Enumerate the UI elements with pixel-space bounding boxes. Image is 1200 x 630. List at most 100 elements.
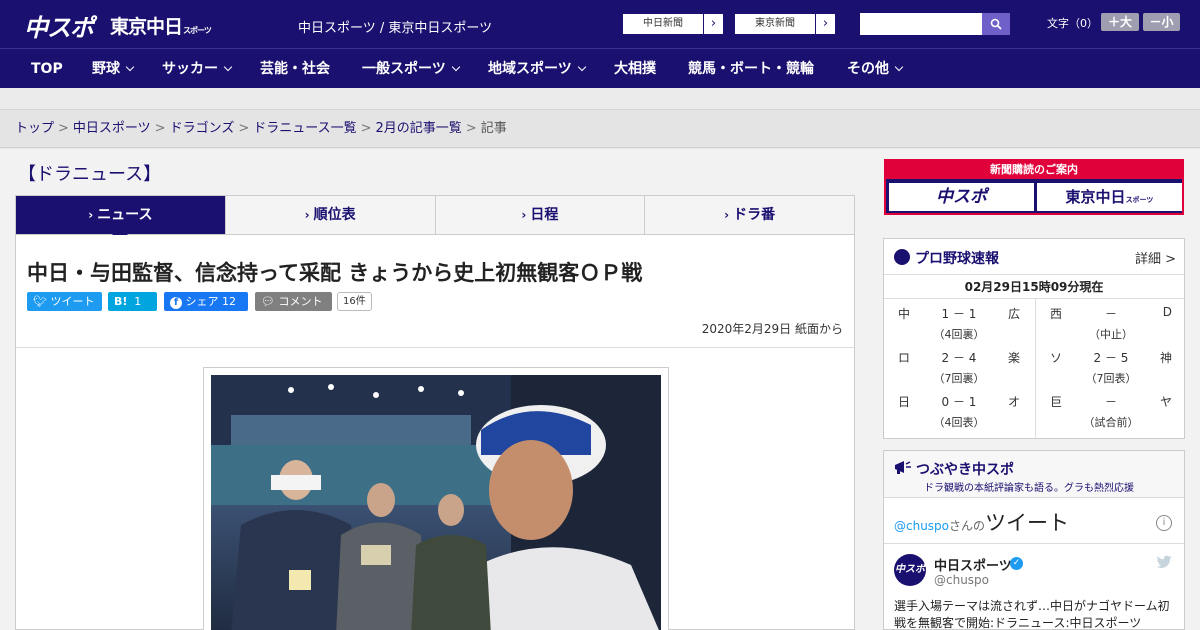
nav-item-label: TOP bbox=[31, 61, 63, 77]
breadcrumb-separator: > bbox=[238, 121, 250, 136]
verified-badge-icon: ✓ bbox=[1010, 557, 1023, 570]
tab-label: ニュース bbox=[97, 207, 153, 223]
twitter-bird-icon[interactable] bbox=[1156, 555, 1172, 569]
chevron-down-icon bbox=[577, 62, 586, 72]
search-input[interactable] bbox=[860, 13, 982, 35]
megaphone-icon bbox=[895, 461, 911, 474]
chuspo-logo: 中スポ bbox=[889, 183, 1034, 211]
tweet-author-name[interactable]: 中日スポーツ bbox=[934, 555, 1012, 574]
info-icon[interactable]: i bbox=[1156, 515, 1172, 531]
font-smaller-button[interactable]: －小 bbox=[1143, 13, 1180, 31]
breadcrumb-current: 記事 bbox=[480, 121, 507, 136]
game-score[interactable]: ソ 2 － 5 神 （7回表） bbox=[1036, 343, 1186, 387]
article: 中日・与田監督、信念持って采配 きょうから史上初無観客ＯＰ戦 🐦︎ ツイート B… bbox=[15, 235, 855, 630]
scores-title: プロ野球速報 bbox=[915, 251, 999, 267]
facebook-share-count: 12 bbox=[222, 295, 236, 308]
font-larger-button[interactable]: ＋大 bbox=[1101, 13, 1139, 31]
breadcrumb: トップ > 中日スポーツ > ドラゴンズ > ドラニュース一覧 >2月の記事一覧 > 記事 bbox=[0, 110, 1200, 148]
game-score[interactable]: 中 1 － 1 広 （4回裏） bbox=[884, 299, 1034, 343]
games-list: 中 1 － 1 広 （4回裏） 西 － D （中止） ロ 2 － 4 楽 （7回… bbox=[884, 299, 1184, 438]
tweets-handle-suffix: さんの bbox=[949, 519, 986, 533]
nav-item-other[interactable]: その他 bbox=[847, 49, 904, 89]
game-score[interactable]: 巨 － ヤ （試合前） bbox=[1036, 387, 1186, 431]
game-status: （4回表） bbox=[933, 416, 985, 429]
chevron-right-icon: › bbox=[88, 208, 94, 222]
tokyo-chunichi-logo-text: 東京中日 bbox=[1065, 188, 1126, 206]
article-photo-frame bbox=[203, 367, 669, 630]
nav-item-label: 芸能・社会 bbox=[260, 61, 330, 77]
nav-item-sumo[interactable]: 大相撲 bbox=[614, 49, 656, 89]
comment-button[interactable]: 💬︎ コメント bbox=[255, 292, 332, 311]
baseball-scores-widget: プロ野球速報 詳細 > 02月29日15時09分現在 中 1 － 1 広 （4回… bbox=[883, 238, 1185, 439]
tab-schedule[interactable]: › 日程 bbox=[436, 196, 646, 234]
article-photo[interactable] bbox=[211, 375, 661, 630]
chevron-right-icon: › bbox=[703, 14, 723, 34]
nav-item-label: 一般スポーツ bbox=[362, 61, 446, 77]
subscription-banner[interactable]: 新聞購読のご案内 中スポ 東京中日スポーツ bbox=[884, 159, 1184, 215]
tokyo-shimbun-button[interactable]: 東京新聞 › bbox=[734, 13, 836, 35]
nav-item-racing[interactable]: 競馬・ボート・競輪 bbox=[688, 49, 814, 89]
chevron-down-icon bbox=[451, 62, 460, 72]
avatar[interactable]: 中スポ bbox=[894, 554, 926, 586]
site-title[interactable]: 中日スポーツ / 東京中日スポーツ bbox=[298, 17, 492, 36]
breadcrumb-link[interactable]: ドラニュース一覧 bbox=[253, 121, 356, 136]
twitter-widget-subtitle: ドラ観戦の本紙評論家も語る。グラも熱烈応援 bbox=[924, 483, 1134, 494]
nav-item-label: サッカー bbox=[162, 61, 218, 77]
tab-standings[interactable]: › 順位表 bbox=[226, 196, 436, 234]
nav-item-general-sports[interactable]: 一般スポーツ bbox=[362, 49, 460, 89]
game-status: （中止） bbox=[1089, 328, 1133, 341]
news-tabs: › ニュース › 順位表 › 日程 › ドラ番 bbox=[15, 195, 855, 242]
scores-header: プロ野球速報 詳細 > bbox=[884, 239, 1184, 275]
tab-label: 日程 bbox=[530, 207, 559, 223]
hatena-bookmark-button[interactable]: B! 1 bbox=[108, 292, 157, 311]
breadcrumb-separator: > bbox=[154, 121, 166, 136]
away-team: 神 bbox=[1159, 351, 1172, 365]
breadcrumb-link[interactable]: 2月の記事一覧 bbox=[376, 121, 462, 136]
scores-detail-link[interactable]: 詳細 > bbox=[1135, 248, 1176, 267]
tab-news[interactable]: › ニュース bbox=[16, 196, 226, 242]
tweet-label: ツイート bbox=[50, 295, 95, 308]
twitter-bird-icon: 🐦︎ bbox=[33, 295, 47, 308]
nav-item-soccer[interactable]: サッカー bbox=[162, 49, 233, 89]
game-score[interactable]: 西 － D （中止） bbox=[1036, 299, 1186, 343]
subscription-banner-title: 新聞購読のご案内 bbox=[886, 161, 1182, 179]
chevron-right-icon: › bbox=[724, 208, 730, 222]
game-score[interactable]: 日 0 － 1 オ （4回表） bbox=[884, 387, 1034, 431]
chevron-down-icon bbox=[125, 62, 135, 72]
tweet-button[interactable]: 🐦︎ ツイート bbox=[27, 292, 102, 311]
baseball-icon bbox=[894, 249, 910, 265]
facebook-share-button[interactable]: f シェア 12 bbox=[164, 292, 248, 311]
nav-item-label: 競馬・ボート・競輪 bbox=[688, 61, 814, 77]
tab-dora-ban[interactable]: › ドラ番 bbox=[645, 196, 854, 234]
font-size-label: 文字（0） bbox=[1047, 17, 1098, 30]
tweet-text[interactable]: 選手入場テーマは流されず…中日がナゴヤドーム初戦を無観客で開始:ドラニュース:中… bbox=[894, 598, 1178, 630]
nav-item-baseball[interactable]: 野球 bbox=[92, 49, 135, 89]
breadcrumb-link[interactable]: 中日スポーツ bbox=[73, 121, 151, 136]
breadcrumb-separator: > bbox=[465, 121, 477, 136]
twitter-widget-header: つぶやき中スポ ドラ観戦の本紙評論家も語る。グラも熱烈応援 bbox=[884, 451, 1184, 498]
header-spacer bbox=[0, 88, 1200, 110]
tokyo-chunichi-logo[interactable]: 東京中日スポーツ bbox=[110, 12, 212, 39]
away-team: D bbox=[1162, 305, 1172, 319]
comment-count-badge[interactable]: 16件 bbox=[337, 292, 372, 311]
nav-item-entertainment[interactable]: 芸能・社会 bbox=[260, 49, 330, 89]
scores-updated-time: 02月29日15時09分現在 bbox=[884, 275, 1184, 299]
game-score[interactable]: ロ 2 － 4 楽 （7回裏） bbox=[884, 343, 1034, 387]
hatena-count: 1 bbox=[134, 295, 142, 308]
search-button[interactable] bbox=[982, 13, 1010, 35]
tokyo-chunichi-logo-small: スポーツ bbox=[183, 26, 212, 35]
nav-item-local-sports[interactable]: 地域スポーツ bbox=[488, 49, 586, 89]
chunichi-shimbun-button[interactable]: 中日新聞 › bbox=[622, 13, 724, 35]
twitter-widget: つぶやき中スポ ドラ観戦の本紙評論家も語る。グラも熱烈応援 @chuspoさんの… bbox=[883, 450, 1185, 630]
breadcrumb-link[interactable]: トップ bbox=[15, 121, 54, 136]
breadcrumb-separator: > bbox=[360, 121, 372, 136]
tweet-author-handle[interactable]: @chuspo bbox=[934, 573, 989, 587]
article-dateline: 2020年2月29日 紙面から bbox=[701, 322, 843, 336]
chuspo-logo[interactable]: 中スポ bbox=[24, 8, 94, 43]
hatena-icon: B! bbox=[114, 295, 128, 308]
breadcrumb-link[interactable]: ドラゴンズ bbox=[170, 121, 235, 136]
tweets-handle-link[interactable]: @chuspo bbox=[894, 519, 949, 533]
facebook-share-label: シェア bbox=[185, 295, 219, 308]
nav-item-top[interactable]: TOP bbox=[31, 49, 63, 89]
tab-label: ドラ番 bbox=[733, 207, 776, 223]
